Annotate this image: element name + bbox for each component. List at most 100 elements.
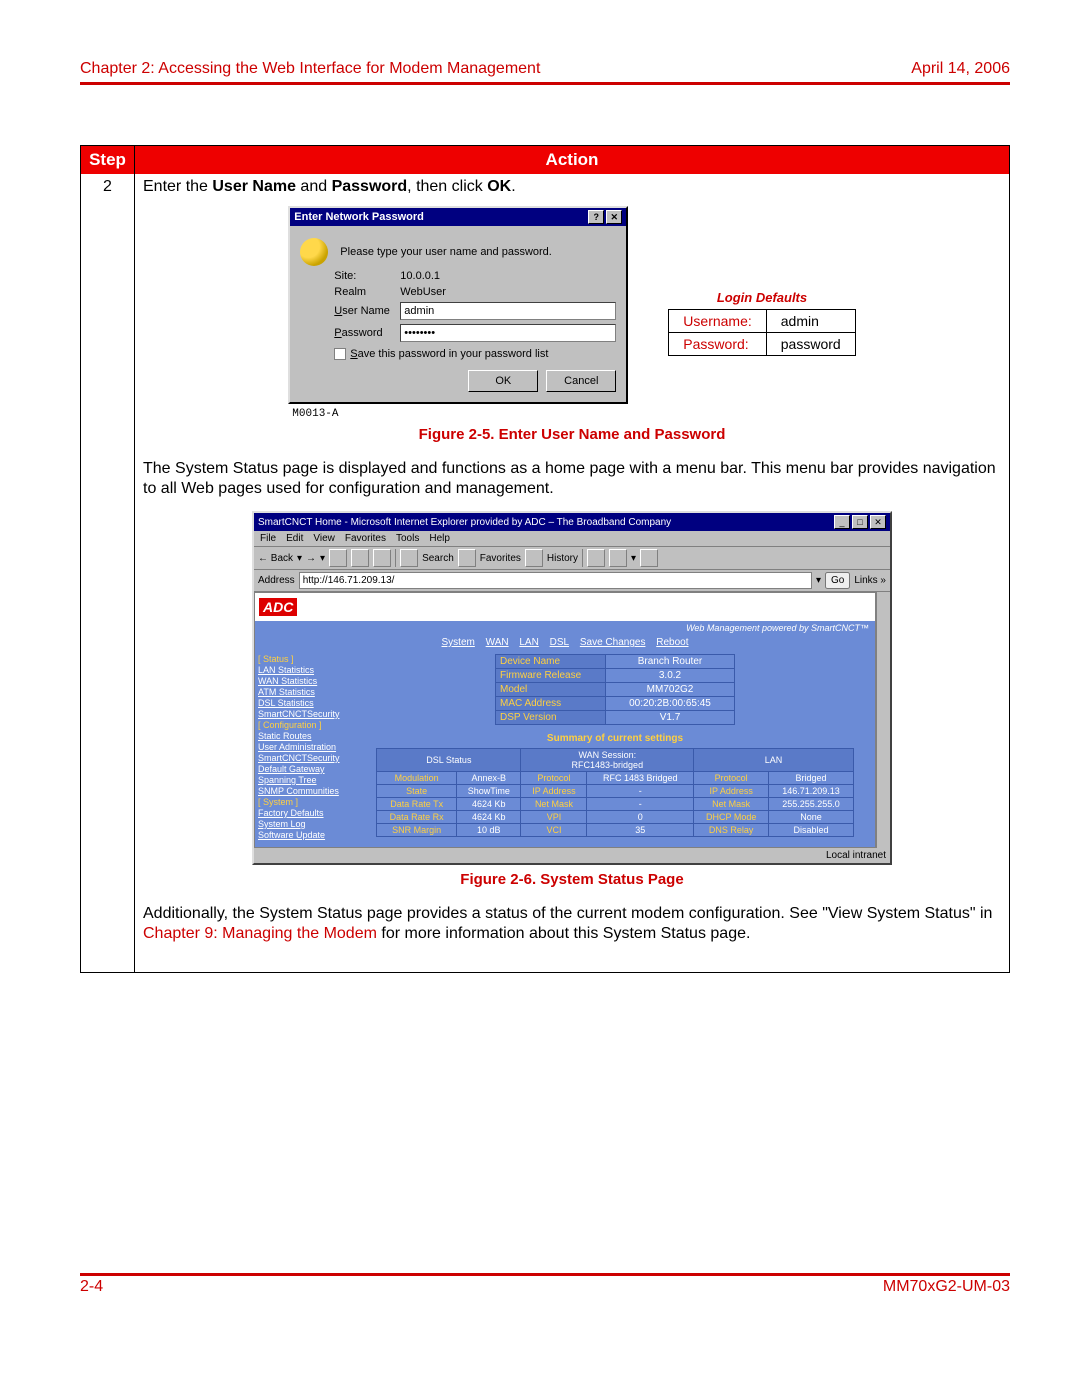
browser-menubar: File Edit View Favorites Tools Help (254, 531, 890, 547)
sidebar-item[interactable]: Default Gateway (258, 764, 352, 774)
links-label[interactable]: Links » (854, 575, 886, 586)
sidebar-cat-status: [ Status ] (258, 654, 352, 664)
defaults-pass-label: Password: (669, 333, 766, 356)
doc-id: MM70xG2-UM-03 (883, 1278, 1010, 1296)
address-input[interactable] (299, 572, 812, 589)
paragraph-2: Additionally, the System Status page pro… (143, 904, 1001, 944)
sidebar-item[interactable]: SmartCNCTSecurity (258, 709, 352, 719)
key-icon (300, 238, 328, 266)
nav-dsl[interactable]: DSL (550, 637, 569, 648)
username-input[interactable] (400, 302, 616, 320)
home-icon[interactable] (373, 549, 391, 567)
figure-code: M0013-A (288, 408, 628, 420)
tagline: Web Management powered by SmartCNCT™ (255, 621, 875, 635)
page-footer: 2-4 MM70xG2-UM-03 (80, 1273, 1010, 1296)
search-icon[interactable] (400, 549, 418, 567)
menu-favorites[interactable]: Favorites (345, 533, 386, 544)
step-number: 2 (81, 174, 135, 972)
minimize-icon[interactable]: _ (834, 515, 850, 529)
password-dialog: Enter Network Password ? ✕ Please type y… (288, 206, 628, 404)
help-icon[interactable]: ? (588, 210, 604, 224)
sidebar-item[interactable]: LAN Statistics (258, 665, 352, 675)
defaults-title: Login Defaults (668, 286, 855, 309)
site-label: Site: (334, 270, 394, 282)
save-password-checkbox[interactable] (334, 348, 346, 360)
browser-toolbar: ← Back ▾ → ▾ Search Favorites History (254, 547, 890, 570)
col-header-step: Step (81, 146, 135, 174)
summary-table: DSL Status WAN Session:RFC1483-bridged L… (376, 748, 854, 837)
password-input[interactable] (400, 324, 616, 342)
go-button[interactable]: Go (825, 572, 850, 589)
device-info-table: Device NameBranch Router Firmware Releas… (495, 654, 735, 725)
close-icon[interactable]: ✕ (606, 210, 622, 224)
nav-save[interactable]: Save Changes (580, 637, 646, 648)
forward-button[interactable]: → (306, 553, 316, 564)
sidebar-item[interactable]: ATM Statistics (258, 687, 352, 697)
sidebar: [ Status ] LAN Statistics WAN Statistics… (255, 650, 355, 847)
menu-tools[interactable]: Tools (396, 533, 419, 544)
cancel-button[interactable]: Cancel (546, 370, 616, 392)
menu-view[interactable]: View (313, 533, 335, 544)
sidebar-item[interactable]: DSL Statistics (258, 698, 352, 708)
favorites-icon[interactable] (458, 549, 476, 567)
close-icon[interactable]: ✕ (870, 515, 886, 529)
page-number: 2-4 (80, 1278, 103, 1296)
chapter-title: Chapter 2: Accessing the Web Interface f… (80, 60, 540, 78)
step-instruction: Enter the User Name and Password, then c… (143, 178, 1001, 196)
menu-file[interactable]: File (260, 533, 276, 544)
search-label[interactable]: Search (422, 553, 454, 564)
figure-caption-1: Figure 2-5. Enter User Name and Password (143, 426, 1001, 443)
adc-logo: ADC (259, 598, 297, 616)
back-button[interactable]: ← Back (258, 553, 293, 564)
edit-icon[interactable] (640, 549, 658, 567)
address-label: Address (258, 575, 295, 586)
save-password-label: Save this password in your password list (350, 348, 548, 360)
scrollbar[interactable] (876, 592, 890, 848)
status-right: Local intranet (826, 850, 886, 861)
chapter-9-link[interactable]: Chapter 9: Managing the Modem (143, 925, 377, 942)
top-nav: System WAN LAN DSL Save Changes Reboot (255, 635, 875, 650)
nav-reboot[interactable]: Reboot (656, 637, 688, 648)
realm-value: WebUser (400, 286, 616, 298)
defaults-pass-value: password (766, 333, 855, 356)
sidebar-item[interactable]: WAN Statistics (258, 676, 352, 686)
mail-icon[interactable] (587, 549, 605, 567)
realm-label: Realm (334, 286, 394, 298)
browser-window: SmartCNCT Home - Microsoft Internet Expl… (252, 511, 892, 865)
ok-button[interactable]: OK (468, 370, 538, 392)
sidebar-item[interactable]: System Log (258, 819, 352, 829)
sidebar-cat-config: [ Configuration ] (258, 720, 352, 730)
sidebar-item[interactable]: Spanning Tree (258, 775, 352, 785)
nav-wan[interactable]: WAN (486, 637, 509, 648)
nav-system[interactable]: System (442, 637, 475, 648)
nav-lan[interactable]: LAN (519, 637, 538, 648)
sidebar-item[interactable]: Static Routes (258, 731, 352, 741)
sidebar-item[interactable]: SNMP Communities (258, 786, 352, 796)
history-label[interactable]: History (547, 553, 578, 564)
history-icon[interactable] (525, 549, 543, 567)
step-table: Step Action 2 Enter the User Name and Pa… (80, 145, 1010, 973)
paragraph-1: The System Status page is displayed and … (143, 459, 1001, 499)
sidebar-item[interactable]: Software Update (258, 830, 352, 840)
summary-title: Summary of current settings (361, 733, 869, 744)
sidebar-cat-system: [ System ] (258, 797, 352, 807)
favorites-label[interactable]: Favorites (480, 553, 521, 564)
menu-edit[interactable]: Edit (286, 533, 303, 544)
print-icon[interactable] (609, 549, 627, 567)
sidebar-item[interactable]: SmartCNCTSecurity (258, 753, 352, 763)
dialog-title: Enter Network Password (294, 211, 424, 223)
menu-help[interactable]: Help (429, 533, 450, 544)
defaults-user-value: admin (766, 310, 855, 333)
maximize-icon[interactable]: □ (852, 515, 868, 529)
stop-icon[interactable] (329, 549, 347, 567)
sidebar-item[interactable]: User Administration (258, 742, 352, 752)
dialog-prompt: Please type your user name and password. (340, 246, 552, 258)
col-header-action: Action (135, 146, 1009, 174)
password-label: Password (334, 327, 394, 339)
refresh-icon[interactable] (351, 549, 369, 567)
login-defaults: Login Defaults Username: admin Password:… (668, 286, 855, 356)
sidebar-item[interactable]: Factory Defaults (258, 808, 352, 818)
page-header: Chapter 2: Accessing the Web Interface f… (80, 60, 1010, 85)
figure-caption-2: Figure 2-6. System Status Page (143, 871, 1001, 888)
defaults-user-label: Username: (669, 310, 766, 333)
